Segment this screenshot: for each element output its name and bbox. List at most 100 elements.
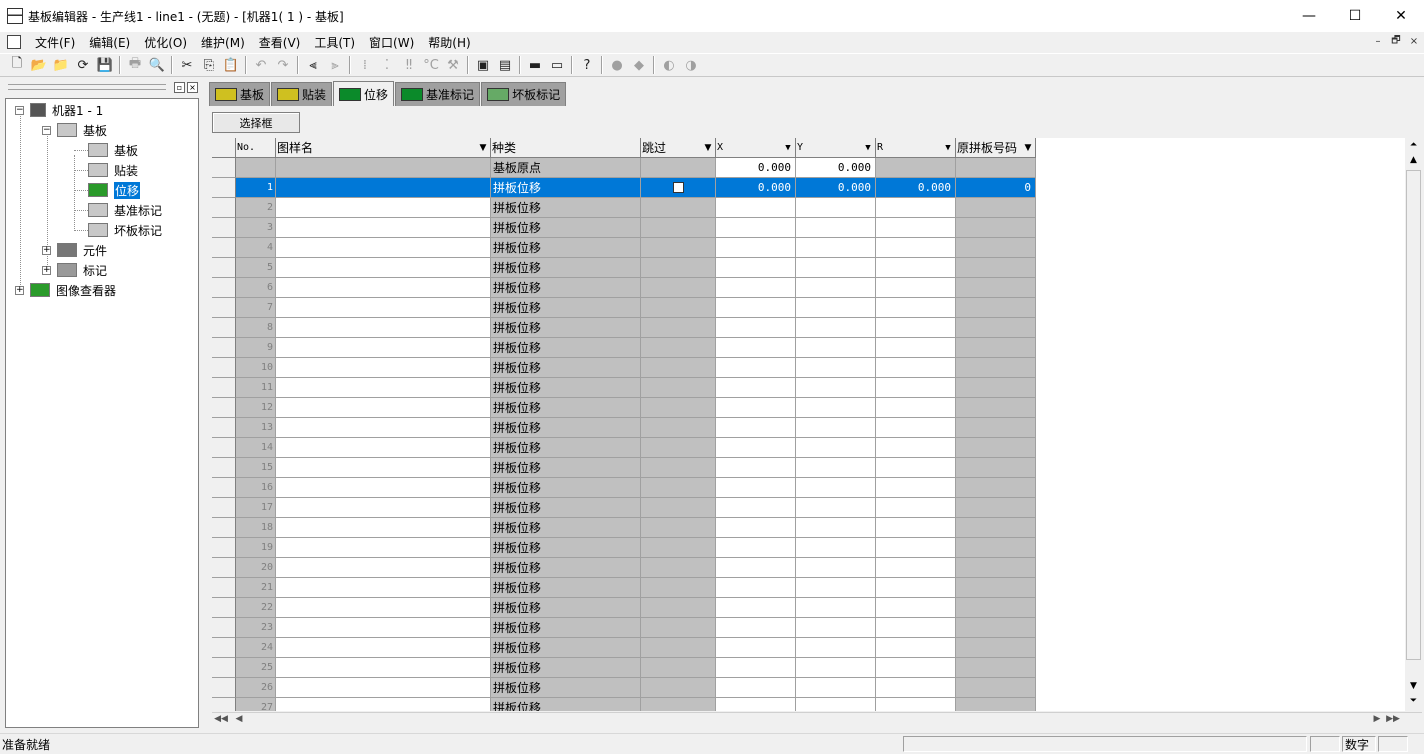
table-row[interactable]: 23 拼板位移 [212, 618, 1036, 638]
row-selector[interactable] [212, 698, 236, 711]
x-cell[interactable] [716, 338, 796, 358]
tab-fiducial[interactable]: 基准标记 [395, 82, 481, 106]
row-selector[interactable] [212, 458, 236, 478]
horizontal-scrollbar[interactable]: ◀◀ ◀ ▶ ▶▶ [212, 712, 1422, 728]
x-cell[interactable] [716, 278, 796, 298]
select-frame-button[interactable]: 选择框 [212, 112, 300, 133]
menu-edit[interactable]: 编辑(E) [82, 34, 137, 51]
close-button[interactable]: ✕ [1378, 0, 1424, 32]
open-folder-icon[interactable]: 📂 [28, 55, 50, 75]
y-cell[interactable] [796, 198, 876, 218]
r-cell[interactable] [876, 678, 956, 698]
x-cell[interactable] [716, 618, 796, 638]
name-cell[interactable] [276, 678, 491, 698]
table-row[interactable]: 16 拼板位移 [212, 478, 1036, 498]
row-selector[interactable] [212, 158, 236, 178]
menu-view[interactable]: 查看(V) [252, 34, 308, 51]
scroll-up-icon[interactable]: ▲ [1406, 155, 1421, 168]
dropdown-arrow-icon[interactable]: ▼ [781, 141, 795, 155]
row-selector[interactable] [212, 178, 236, 198]
y-cell[interactable] [796, 538, 876, 558]
dropdown-arrow-icon[interactable]: ▼ [1021, 141, 1035, 155]
name-cell[interactable] [276, 578, 491, 598]
r-cell[interactable] [876, 358, 956, 378]
table-row[interactable]: 27 拼板位移 [212, 698, 1036, 711]
y-cell[interactable] [796, 578, 876, 598]
table-row[interactable]: 14 拼板位移 [212, 438, 1036, 458]
row-selector[interactable] [212, 438, 236, 458]
table-row[interactable]: 9 拼板位移 [212, 338, 1036, 358]
x-cell[interactable] [716, 698, 796, 711]
row-selector[interactable] [212, 358, 236, 378]
name-cell[interactable] [276, 658, 491, 678]
r-cell[interactable] [876, 558, 956, 578]
board-yellow-icon[interactable]: ▬ [524, 55, 546, 75]
y-cell[interactable] [796, 498, 876, 518]
scroll-last-icon[interactable]: ▶▶ [1386, 714, 1400, 728]
open-file-icon[interactable]: 📁 [50, 55, 72, 75]
x-cell[interactable] [716, 398, 796, 418]
tree-node-offset[interactable]: 位移 [88, 181, 141, 199]
dropdown-arrow-icon[interactable]: ▼ [701, 141, 715, 155]
y-cell[interactable] [796, 338, 876, 358]
y-cell[interactable] [796, 558, 876, 578]
y-cell[interactable] [796, 238, 876, 258]
menu-window[interactable]: 窗口(W) [362, 34, 421, 51]
r-cell[interactable] [876, 258, 956, 278]
copy-icon[interactable]: ⎘ [198, 55, 220, 75]
row-selector[interactable] [212, 498, 236, 518]
header-r[interactable]: R ▼ [876, 138, 956, 158]
y-cell[interactable] [796, 478, 876, 498]
name-cell[interactable] [276, 598, 491, 618]
row-selector[interactable] [212, 258, 236, 278]
r-cell[interactable] [876, 518, 956, 538]
table-row[interactable]: 5 拼板位移 [212, 258, 1036, 278]
name-cell[interactable] [276, 218, 491, 238]
r-cell[interactable] [876, 658, 956, 678]
x-cell[interactable]: 0.000 [716, 178, 796, 198]
name-cell[interactable] [276, 278, 491, 298]
x-cell[interactable] [716, 438, 796, 458]
name-cell[interactable] [276, 438, 491, 458]
row-selector[interactable] [212, 558, 236, 578]
row-selector[interactable] [212, 598, 236, 618]
table-row[interactable]: 19 拼板位移 [212, 538, 1036, 558]
scroll-left-icon[interactable]: ◀ [232, 714, 246, 728]
row-selector[interactable] [212, 578, 236, 598]
name-cell[interactable] [276, 558, 491, 578]
y-cell[interactable] [796, 658, 876, 678]
name-cell[interactable] [276, 258, 491, 278]
y-cell[interactable] [796, 258, 876, 278]
table-row[interactable]: 12 拼板位移 [212, 398, 1036, 418]
row-selector[interactable] [212, 378, 236, 398]
expand-icon[interactable]: + [42, 245, 51, 255]
menu-optimize[interactable]: 优化(O) [137, 34, 194, 51]
align-left-icon[interactable]: ⫷ [302, 55, 324, 75]
r-cell[interactable] [876, 278, 956, 298]
save-icon[interactable]: 💾 [94, 55, 116, 75]
x-cell[interactable] [716, 638, 796, 658]
row-selector[interactable] [212, 198, 236, 218]
name-cell[interactable] [276, 618, 491, 638]
table-row[interactable]: 10 拼板位移 [212, 358, 1036, 378]
scroll-top-icon[interactable]: ⏶ [1406, 140, 1421, 153]
skip-checkbox[interactable] [672, 182, 684, 193]
header-skip[interactable]: 跳过 ▼ [641, 138, 716, 158]
table-row[interactable]: 2 拼板位移 [212, 198, 1036, 218]
table-row[interactable]: 7 拼板位移 [212, 298, 1036, 318]
x-cell[interactable] [716, 218, 796, 238]
dropdown-arrow-icon[interactable]: ▼ [861, 141, 875, 155]
y-cell[interactable] [796, 418, 876, 438]
row-selector[interactable] [212, 418, 236, 438]
pane-grip[interactable] [8, 84, 166, 90]
r-cell[interactable] [876, 698, 956, 711]
row-selector[interactable] [212, 298, 236, 318]
pane-close-button[interactable]: × [187, 81, 198, 93]
x-cell[interactable] [716, 298, 796, 318]
name-cell[interactable] [276, 298, 491, 318]
name-cell[interactable] [276, 518, 491, 538]
expand-icon[interactable]: + [42, 265, 51, 275]
x-cell[interactable] [716, 558, 796, 578]
r-cell[interactable] [876, 538, 956, 558]
tree-node-marks[interactable]: + 标记 [42, 261, 107, 279]
